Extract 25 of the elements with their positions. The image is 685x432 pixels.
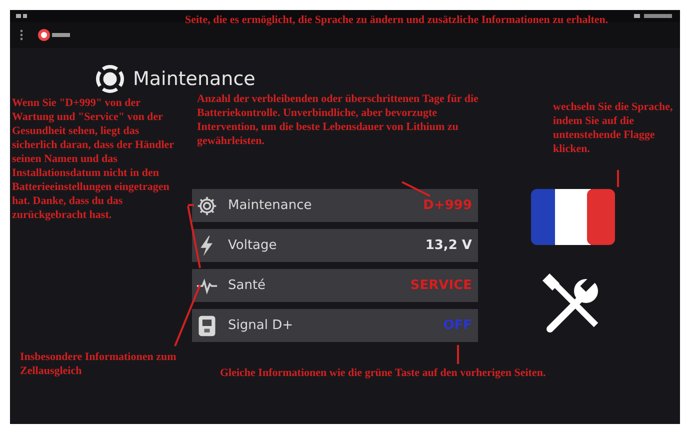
row-label: Signal D+ bbox=[228, 318, 294, 333]
leader-line bbox=[174, 284, 201, 346]
logo-icon bbox=[37, 28, 73, 42]
annotation-text: Insbesondere Informationen zum Zellausgleich bbox=[20, 350, 178, 378]
row-value: OFF bbox=[443, 318, 472, 333]
row-label: Santé bbox=[228, 278, 267, 293]
annotation-text: Anzahl der verbleibenden oder überschrittenen Tage für die Batteriekontrolle. Unverbindliche, aber bevorzugte Intervention, um die beste Lebensdauer von Lithium zu gewährleisten. bbox=[197, 92, 480, 148]
device-icon bbox=[196, 314, 218, 336]
row-label: Voltage bbox=[228, 238, 278, 253]
annotation-text: wechseln Sie die Sprache, indem Sie auf die untenstehende Flagge klicken. bbox=[553, 100, 673, 156]
leader-line bbox=[402, 181, 430, 197]
leader-line bbox=[457, 345, 459, 364]
menu-icon[interactable] bbox=[20, 29, 23, 41]
leader-line bbox=[617, 170, 619, 187]
page-title: Maintenance bbox=[133, 68, 256, 90]
row-label: Maintenance bbox=[228, 198, 313, 213]
annotation-text: Seite, die es ermöglicht, die Sprache zu ändern und zusätzliche Informationen zu erhalten. bbox=[185, 13, 610, 27]
annotation-text: Wenn Sie "D+999" von der Wartung und "Service" von der Gesundheit sehen, liegt das sicherlich daran, dass der Händler seinen Namen und das Installationsdatum nicht in den Batterieeinstellungen eingetragen hat. Danke, dass du das zurückgebracht hast. bbox=[12, 96, 175, 222]
settings-icon bbox=[95, 64, 125, 94]
row-value: D+999 bbox=[423, 198, 472, 213]
row-value: 13,2 V bbox=[425, 238, 472, 253]
annotation-text: Gleiche Informationen wie die grüne Taste auf den vorherigen Seiten. bbox=[220, 366, 547, 380]
gear-icon bbox=[196, 194, 218, 216]
row-value: SERVICE bbox=[410, 278, 472, 293]
flag-icon[interactable] bbox=[531, 189, 615, 245]
